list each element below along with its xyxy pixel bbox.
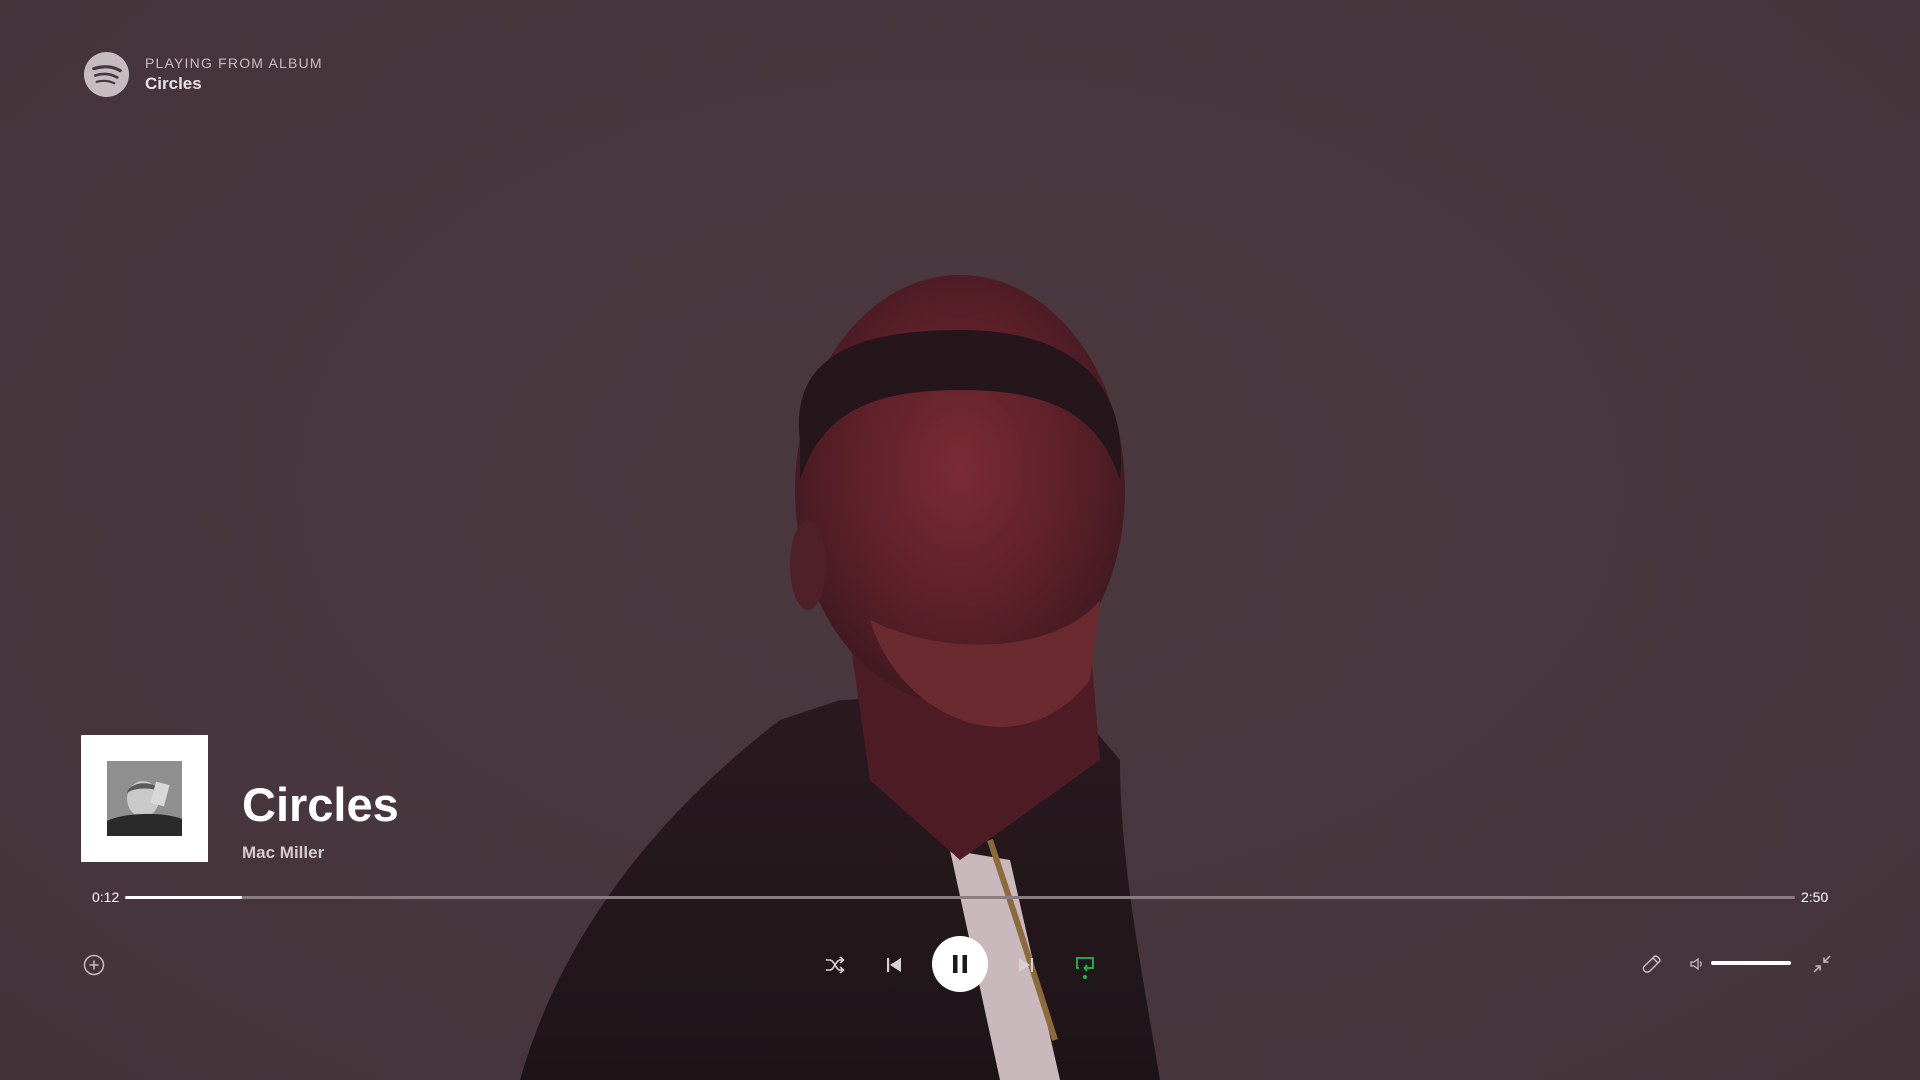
- pause-icon: [953, 955, 967, 973]
- track-title[interactable]: Circles: [242, 777, 399, 833]
- progress-fill: [125, 896, 242, 899]
- track-artist[interactable]: Mac Miller: [242, 843, 324, 863]
- add-to-library-button[interactable]: [80, 951, 108, 979]
- context-text: PLAYING FROM ALBUM Circles: [145, 55, 323, 95]
- context-label: PLAYING FROM ALBUM: [145, 54, 323, 71]
- next-track-button[interactable]: [1012, 951, 1040, 979]
- artist-background-image: [520, 275, 1160, 1080]
- exit-fullscreen-button[interactable]: [1808, 950, 1836, 978]
- context-album-link[interactable]: Circles: [145, 73, 323, 95]
- album-cover-image: [107, 761, 182, 836]
- repeat-button[interactable]: [1071, 949, 1099, 983]
- previous-track-button[interactable]: [880, 951, 908, 979]
- microphone-icon: [1642, 955, 1661, 973]
- progress-bar[interactable]: [125, 896, 1795, 899]
- repeat-active-indicator: [1083, 974, 1087, 979]
- time-elapsed: 0:12: [92, 889, 120, 905]
- time-total: 2:50: [1801, 889, 1829, 905]
- repeat-icon: [1076, 956, 1094, 972]
- minimize-icon: [1813, 955, 1831, 973]
- album-cover-art: [107, 761, 182, 836]
- plus-circle-icon: [83, 954, 105, 976]
- fullscreen-player: PLAYING FROM ALBUM Circles Circles Mac M…: [0, 0, 1920, 1080]
- lyrics-button[interactable]: [1637, 949, 1667, 979]
- volume-slider[interactable]: [1711, 961, 1791, 965]
- speaker-icon: [1690, 957, 1702, 971]
- shuffle-button[interactable]: [821, 951, 849, 979]
- volume-fill: [1711, 961, 1791, 965]
- shuffle-icon: [826, 956, 845, 974]
- album-cover[interactable]: [81, 735, 208, 862]
- skip-back-icon: [887, 958, 901, 972]
- skip-forward-icon: [1019, 958, 1033, 972]
- pause-button[interactable]: [932, 936, 988, 992]
- volume-button[interactable]: [1685, 952, 1709, 976]
- now-playing-context: PLAYING FROM ALBUM Circles: [83, 51, 323, 98]
- spotify-logo-icon[interactable]: [83, 51, 130, 98]
